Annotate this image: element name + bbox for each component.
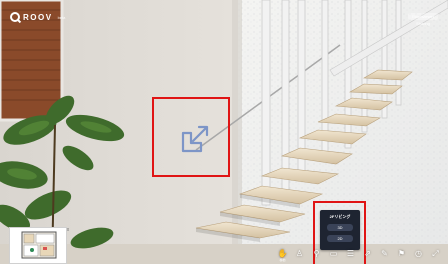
pen-icon: ✎ xyxy=(381,249,388,258)
floorplan-minimap[interactable] xyxy=(9,227,67,264)
toolbar-button[interactable]: ▭ xyxy=(327,249,340,264)
toolbar-button[interactable]: ◷ xyxy=(412,249,425,264)
app-logo[interactable]: ROOV beta xyxy=(10,12,65,22)
layers-icon: ☰ xyxy=(346,249,355,258)
highlight-box-nav xyxy=(152,97,230,177)
toolbar-button[interactable]: ⚲ xyxy=(310,249,323,264)
toolbar-button[interactable]: ⤢ xyxy=(429,249,442,264)
roov-logo-icon xyxy=(10,12,20,22)
toolbar-button[interactable]: ⚑ xyxy=(395,249,408,264)
logo-text: ROOV xyxy=(23,12,53,22)
toolbar-button[interactable]: ⇗ xyxy=(361,249,374,264)
flag-icon: ⚑ xyxy=(397,249,406,258)
pin-icon: ⚲ xyxy=(313,249,320,258)
share-icon: ⇗ xyxy=(364,249,371,258)
toolbar-button[interactable]: ✋ 移動 xyxy=(276,249,289,264)
expand-icon: ⤢ xyxy=(432,249,439,258)
3d-viewport[interactable]: ROOV beta Roomviewer Sharing 2Fリビング 3D 2… xyxy=(0,0,448,264)
toolbar-button[interactable]: ✎ xyxy=(378,249,391,264)
logo-badge: beta xyxy=(57,14,66,20)
cursor-icon: ✋ xyxy=(277,249,288,258)
person-icon: ♙ xyxy=(295,249,304,258)
clock-icon: ◷ xyxy=(415,249,422,258)
ruler-icon: ▭ xyxy=(329,249,338,258)
toolbar-button[interactable]: ♙ xyxy=(293,249,306,264)
bottom-toolbar: ✋ 移動 ♙ ⚲ ▭ ☰ ⇗ ✎ ⚑ ◷ ⤢ xyxy=(276,249,442,264)
minimap-close-icon[interactable]: x xyxy=(65,227,71,233)
floorplan-icon xyxy=(21,231,57,259)
toolbar-button[interactable]: ☰ xyxy=(344,249,357,264)
toolbar-button-label: 移動 xyxy=(279,258,286,262)
share-label[interactable]: Roomviewer Sharing xyxy=(408,13,438,26)
